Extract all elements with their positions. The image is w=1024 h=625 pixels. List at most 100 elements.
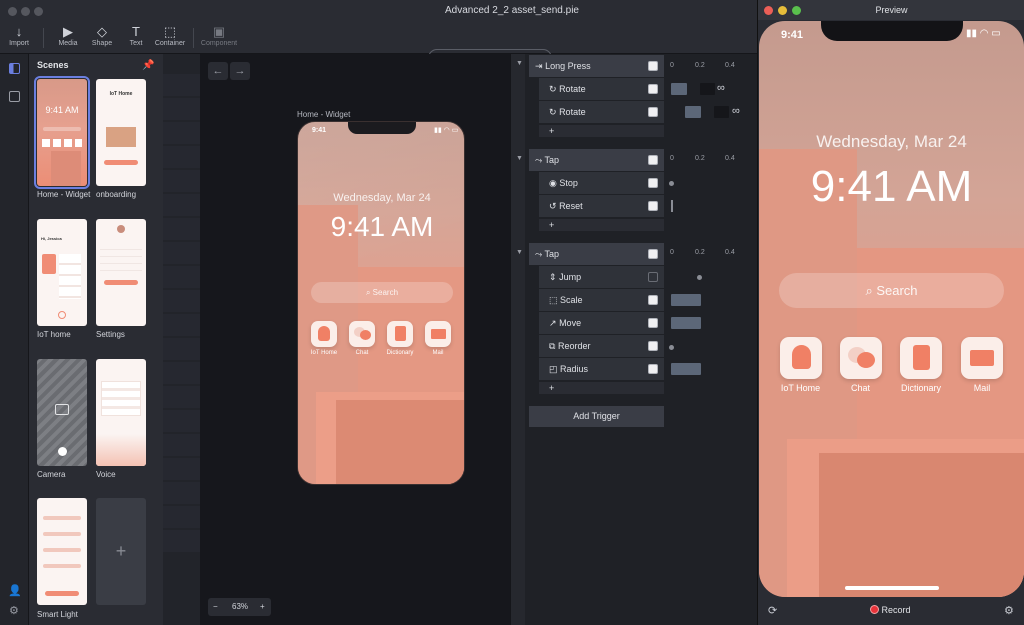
app-mail[interactable]: Mail [958,337,1006,393]
app-chat[interactable]: Chat [836,337,885,393]
pin-icon[interactable]: 📌 [142,60,154,71]
keyframe-bar[interactable] [685,106,701,118]
app-label: Mail [432,350,444,356]
app-iot-home[interactable]: IoT Home [309,321,339,356]
app-label: Chat [355,350,369,356]
scenes-panel-icon[interactable] [9,63,20,74]
trigger-checkbox[interactable] [648,155,658,165]
response-jump[interactable]: ⇕ Jump [539,266,664,288]
scene-thumb-onboarding[interactable]: IoT Home [96,79,146,186]
response-scale[interactable]: ⬚ Scale [539,289,664,311]
time-ruler: 0 0.2 0.4 [667,62,761,76]
close-window-button[interactable] [8,7,17,16]
response-checkbox[interactable] [648,84,658,94]
response-checkbox[interactable] [648,295,658,305]
record-button[interactable]: Record [870,605,911,615]
zoom-out-button[interactable]: − [213,598,218,616]
response-checkbox[interactable] [648,178,658,188]
app-iot-home[interactable]: IoT Home [776,337,825,393]
thumb-block [51,151,81,186]
back-arrow-icon[interactable]: ← [208,62,228,80]
keyframe-bar[interactable] [714,106,729,118]
trigger-checkbox[interactable] [648,249,658,259]
response-checkbox[interactable] [648,364,658,374]
refresh-icon[interactable]: ⟳ [768,604,777,617]
scene-thumb-camera[interactable] [37,359,87,466]
keyframe-bar[interactable] [671,363,701,375]
scene-thumb-smart-light[interactable] [37,498,87,605]
response-checkbox[interactable] [648,318,658,328]
zoom-window-button[interactable] [34,7,43,16]
collapse-triangle-icon[interactable]: ▼ [516,155,523,162]
app-dictionary[interactable]: Dictionary [895,337,947,393]
forward-arrow-icon[interactable]: → [230,62,250,80]
search-bar[interactable]: ⌕ Search [779,273,1004,308]
trigger-tap[interactable]: ⤳ Tap [529,149,664,171]
trigger-checkbox[interactable] [648,61,658,71]
user-icon[interactable]: 👤 [8,584,22,597]
container-icon: ⬚ [163,24,177,39]
assets-panel-icon[interactable] [9,91,20,102]
app-mail[interactable]: Mail [423,321,453,356]
envelope-icon [425,321,451,347]
response-checkbox[interactable] [648,107,658,117]
keyframe-marker[interactable] [671,200,673,212]
minimize-window-button[interactable] [778,6,787,15]
app-dictionary[interactable]: Dictionary [384,321,416,356]
thumb-slider [43,548,81,552]
component-button[interactable]: ▣ Component [199,24,239,47]
shape-button[interactable]: ◇ Shape [88,24,116,47]
response-radius[interactable]: ◰ Radius [539,358,664,380]
response-checkbox[interactable] [648,201,658,211]
zoom-in-button[interactable]: + [260,598,265,616]
import-button[interactable]: ↓ Import [6,24,32,47]
wallpaper-step [819,453,1024,597]
keyframe-bar[interactable] [700,83,715,95]
zoom-level: 63% [232,602,249,611]
response-move[interactable]: ↗ Move [539,312,664,334]
collapse-triangle-icon[interactable]: ▼ [516,249,523,256]
response-reset[interactable]: ↺ Reset [539,195,664,217]
app-label: IoT Home [780,383,821,393]
scene-thumb-iot-home[interactable]: Hi, Jessica [37,219,87,326]
keyframe-bar[interactable] [671,317,701,329]
response-stop[interactable]: ◉ Stop [539,172,664,194]
response-rotate[interactable]: ↻ Rotate [539,101,664,123]
shape-label: Shape [91,40,113,47]
media-button[interactable]: ▶ Media [54,24,82,47]
add-response-button[interactable]: + [539,382,664,394]
response-reorder[interactable]: ⧉ Reorder [539,335,664,357]
add-scene-button[interactable]: + [96,498,146,605]
scene-thumb-home-widget[interactable]: 9:41 AM [34,76,90,189]
response-checkbox[interactable] [648,272,658,282]
add-response-button[interactable]: + [539,125,664,137]
keyframe-bar[interactable] [671,83,687,95]
trigger-long-press[interactable]: ⇥ Long Press [529,55,664,77]
stop-icon: ◉ [549,178,557,188]
import-icon: ↓ [15,24,23,39]
scene-thumb-voice[interactable] [96,359,146,466]
preview-phone[interactable]: 9:41 ▮▮ ◠ ▭ Wednesday, Mar 24 9:41 AM ⌕ … [759,21,1024,597]
add-response-button[interactable]: + [539,219,664,231]
minimize-window-button[interactable] [21,7,30,16]
text-button[interactable]: T Text [123,24,149,47]
response-checkbox[interactable] [648,341,658,351]
trigger-tap[interactable]: ⤳ Tap [529,243,664,265]
close-window-button[interactable] [764,6,773,15]
settings-gear-icon[interactable]: ⚙ [1004,604,1014,617]
keyframe-dot[interactable] [669,181,674,186]
artboard-phone[interactable]: 9:41 ▮▮ ◠ ▭ Wednesday, Mar 24 9:41 AM ⌕ … [297,121,465,485]
add-trigger-button[interactable]: Add Trigger [529,406,664,427]
keyframe-bar[interactable] [671,294,701,306]
app-chat[interactable]: Chat [347,321,377,356]
lightbulb-icon [311,321,337,347]
keyframe-dot[interactable] [669,345,674,350]
search-bar[interactable]: ⌕ Search [311,282,453,303]
collapse-triangle-icon[interactable]: ▼ [516,60,523,67]
settings-gear-icon[interactable]: ⚙ [9,604,19,617]
scene-thumb-settings[interactable] [96,219,146,326]
container-button[interactable]: ⬚ Container [153,24,187,47]
keyframe-dot[interactable] [697,275,702,280]
zoom-window-button[interactable] [792,6,801,15]
response-rotate[interactable]: ↻ Rotate [539,78,664,100]
